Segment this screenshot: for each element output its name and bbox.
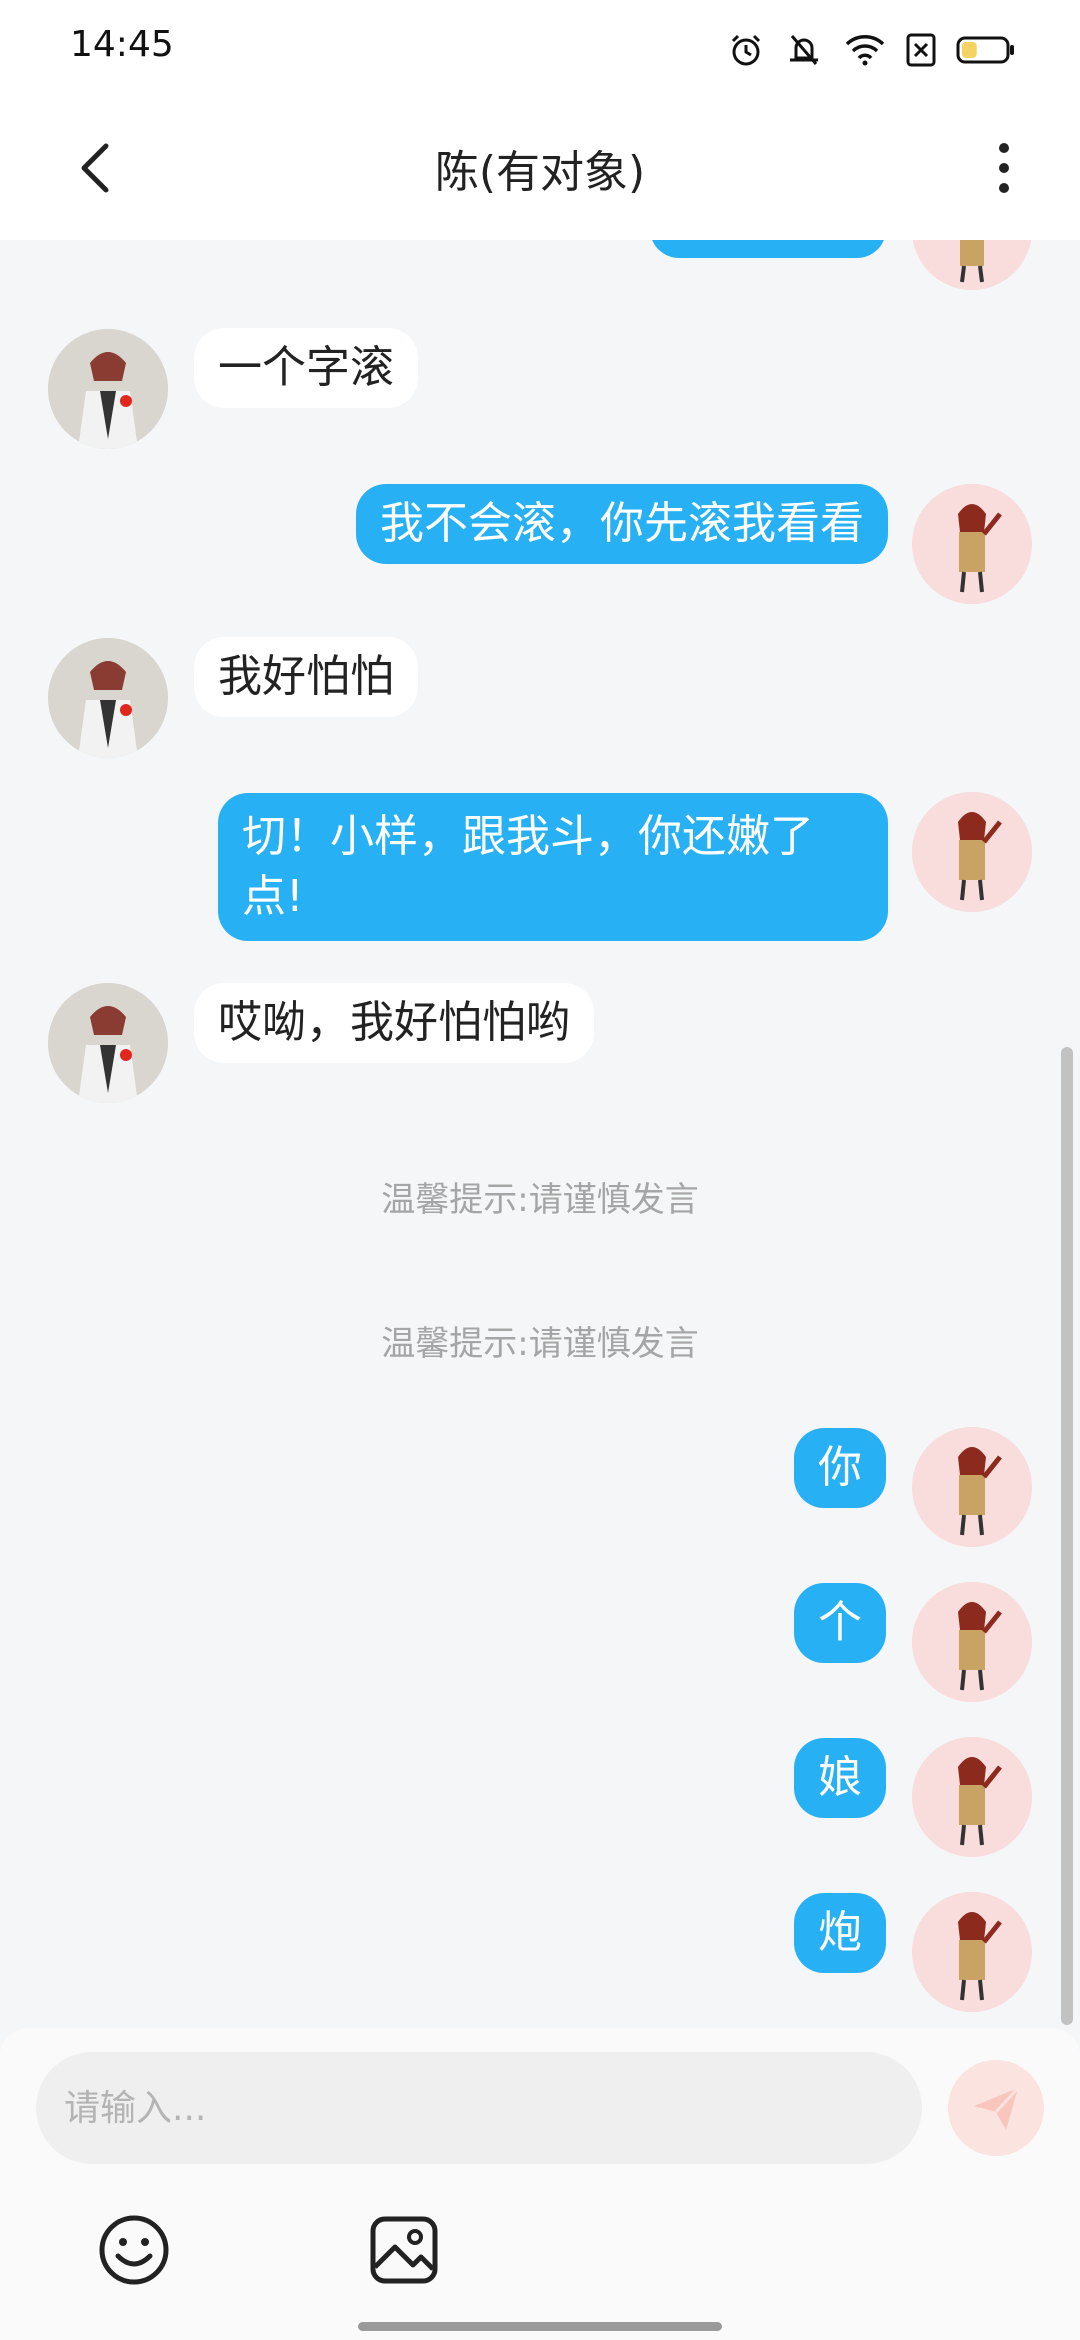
more-vertical-icon xyxy=(999,143,1009,193)
status-bar: 14:45 xyxy=(0,0,1080,96)
no-sim-icon xyxy=(906,33,936,67)
mute-bell-icon xyxy=(790,35,818,65)
chat-message-list[interactable]: 一个字滚 我不会滚，你先滚我看看 我好怕怕 切！小样，跟我斗，你还嫩了点! 哎呦… xyxy=(0,240,1080,2030)
system-tip: 温馨提示:请谨慎发言 xyxy=(381,1324,699,1364)
message-bubble-outgoing[interactable]: 我不会滚，你先滚我看看 xyxy=(356,484,888,564)
message-bubble-outgoing[interactable]: 娘 xyxy=(794,1738,886,1818)
message-bubble-outgoing[interactable]: 切！小样，跟我斗，你还嫩了点! xyxy=(218,793,888,941)
my-avatar[interactable] xyxy=(912,1427,1032,1547)
message-bubble-partial xyxy=(650,240,886,258)
my-avatar[interactable] xyxy=(912,1582,1032,1702)
my-avatar[interactable] xyxy=(912,792,1032,912)
chat-header: 陈(有对象) xyxy=(0,96,1080,240)
more-options-button[interactable] xyxy=(968,132,1040,204)
contact-avatar[interactable] xyxy=(48,983,168,1103)
contact-avatar[interactable] xyxy=(48,329,168,449)
message-bubble-incoming[interactable]: 哎呦，我好怕怕哟 xyxy=(194,983,594,1063)
send-button[interactable] xyxy=(948,2060,1044,2156)
status-time: 14:45 xyxy=(70,24,174,65)
send-icon xyxy=(974,2086,1020,2130)
image-icon xyxy=(370,2216,438,2284)
chat-scrollbar[interactable] xyxy=(1061,1047,1073,2025)
input-panel xyxy=(0,2028,1080,2340)
contact-avatar[interactable] xyxy=(48,638,168,758)
system-tip: 温馨提示:请谨慎发言 xyxy=(381,1180,699,1220)
smiley-icon xyxy=(99,2215,169,2285)
message-bubble-outgoing[interactable]: 炮 xyxy=(794,1893,886,1973)
battery-icon xyxy=(956,36,1014,64)
chat-title: 陈(有对象) xyxy=(434,147,646,198)
message-bubble-outgoing[interactable]: 你 xyxy=(794,1428,886,1508)
message-bubble-outgoing[interactable]: 个 xyxy=(794,1583,886,1663)
image-button[interactable] xyxy=(366,2212,442,2288)
alarm-icon xyxy=(731,34,761,66)
wifi-icon xyxy=(845,35,885,66)
message-bubble-incoming[interactable]: 我好怕怕 xyxy=(194,637,418,717)
my-avatar[interactable] xyxy=(912,240,1032,290)
my-avatar[interactable] xyxy=(912,1737,1032,1857)
message-input[interactable] xyxy=(36,2052,922,2164)
my-avatar[interactable] xyxy=(912,1892,1032,2012)
my-avatar[interactable] xyxy=(912,484,1032,604)
home-indicator[interactable] xyxy=(358,2322,722,2331)
message-bubble-incoming[interactable]: 一个字滚 xyxy=(194,328,418,408)
emoji-button[interactable] xyxy=(96,2212,172,2288)
status-icons xyxy=(728,30,1016,70)
